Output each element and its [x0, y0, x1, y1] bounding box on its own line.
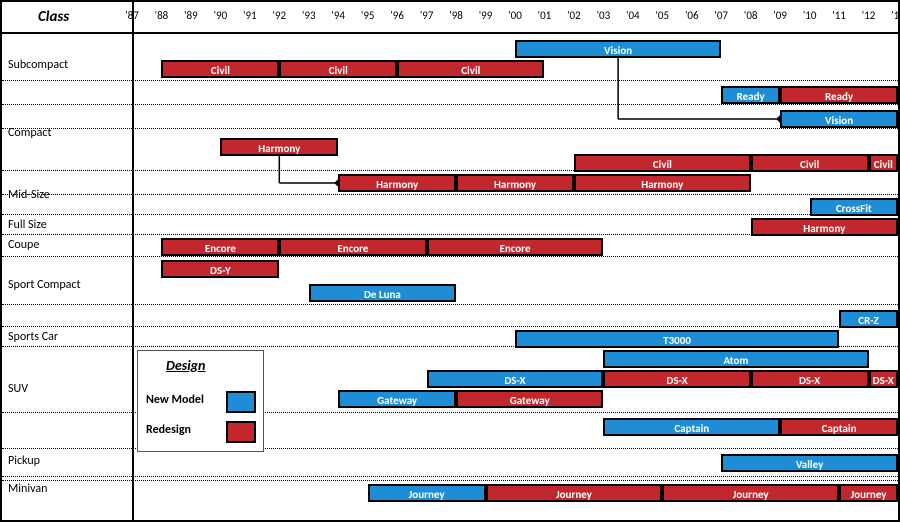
year-header: '93: [297, 9, 321, 22]
legend-new-model-label: New Model: [146, 393, 204, 407]
bar-ready-1: Ready: [721, 86, 780, 104]
year-header: '88: [149, 9, 173, 22]
bar-encore-2: Encore: [279, 238, 426, 256]
year-header: '92: [267, 9, 291, 22]
bar-harmony-m1: Harmony: [338, 174, 456, 192]
year-header: '90: [208, 9, 232, 22]
row-divider: [2, 304, 900, 305]
row-divider: [2, 128, 900, 129]
bar-dsx-3: DS-X: [751, 370, 869, 388]
class-label-sports-car: Sports Car: [2, 330, 58, 344]
bar-civil-e: Civil: [751, 154, 869, 172]
bar-crossfit: CrossFit: [810, 198, 898, 216]
class-label-pickup: Pickup: [2, 454, 40, 468]
class-label-suv: SUV: [2, 382, 28, 396]
year-header: '99: [474, 9, 498, 22]
bar-t3000: T3000: [515, 330, 839, 348]
bar-encore-3: Encore: [427, 238, 604, 256]
bar-gateway-2: Gateway: [456, 390, 603, 408]
class-label-compact: Compact: [2, 126, 51, 140]
year-header: '01: [532, 9, 556, 22]
bar-journey-1: Journey: [368, 484, 486, 502]
legend-redesign-label: Redesign: [146, 423, 191, 437]
year-header: '98: [444, 9, 468, 22]
year-header: '94: [326, 9, 350, 22]
bar-encore-1: Encore: [161, 238, 279, 256]
year-header: '00: [503, 9, 527, 22]
bar-civil-c: Civil: [397, 60, 544, 78]
bar-civil-f: Civil: [869, 154, 898, 172]
year-header: '04: [621, 9, 645, 22]
legend-redesign-swatch: [226, 421, 256, 443]
bar-harmony-cmp: Harmony: [220, 138, 338, 156]
year-header: '02: [562, 9, 586, 22]
bar-vision-1: Vision: [515, 40, 721, 58]
bar-harmony-m3: Harmony: [574, 174, 751, 192]
bar-captain-2: Captain: [780, 418, 898, 436]
bar-gateway-1: Gateway: [338, 390, 456, 408]
bar-harmony-m2: Harmony: [456, 174, 574, 192]
year-header: '96: [385, 9, 409, 22]
year-header: '08: [739, 9, 763, 22]
bar-atom: Atom: [603, 350, 868, 368]
bar-harmony-fs: Harmony: [751, 218, 898, 236]
year-header: '07: [709, 9, 733, 22]
bar-vision-2: Vision: [780, 110, 898, 128]
row-divider: [2, 476, 900, 477]
year-header: '11: [827, 9, 851, 22]
class-label-full-size: Full Size: [2, 218, 47, 232]
year-header: '05: [650, 9, 674, 22]
bar-dsy: DS-Y: [161, 260, 279, 278]
bar-journey-3: Journey: [662, 484, 839, 502]
class-label-subcompact: Subcompact: [2, 58, 68, 72]
row-divider: [2, 326, 900, 327]
bar-dsx-1: DS-X: [427, 370, 604, 388]
bar-civil-b: Civil: [279, 60, 397, 78]
bar-valley: Valley: [721, 454, 898, 472]
year-header: '87: [120, 9, 144, 22]
timeline-chart: Class '87 '88 '89 '90 '91 '92 '93 '94 '95 '96 '97 '…: [0, 0, 900, 522]
bar-journey-4: Journey: [839, 484, 898, 502]
class-label-sport-compact: Sport Compact: [2, 278, 81, 292]
row-divider: [2, 194, 900, 195]
legend-new-model-swatch: [226, 391, 256, 413]
year-header: '91: [238, 9, 262, 22]
bar-civil-a: Civil: [161, 60, 279, 78]
header-divider-h: [2, 32, 898, 34]
bar-dsx-4: DS-X: [869, 370, 898, 388]
class-label-minivan: Minivan: [2, 482, 47, 496]
row-divider: [2, 80, 900, 81]
bar-dsx-2: DS-X: [603, 370, 750, 388]
bar-crz: CR-Z: [839, 310, 898, 328]
bar-civil-d: Civil: [574, 154, 751, 172]
bar-deluna: De Luna: [309, 284, 456, 302]
year-header: '97: [415, 9, 439, 22]
year-header: '95: [356, 9, 380, 22]
bar-ready-2: Ready: [780, 86, 898, 104]
class-label-mid-size: Mid-Size: [2, 188, 50, 202]
class-header: Class: [38, 8, 69, 26]
row-divider: [2, 214, 900, 215]
year-header: '12: [857, 9, 881, 22]
bar-journey-2: Journey: [486, 484, 663, 502]
year-header: '03: [591, 9, 615, 22]
year-header: '06: [680, 9, 704, 22]
row-divider: [2, 480, 900, 481]
class-label-coupe: Coupe: [2, 238, 39, 252]
year-header: '13: [886, 9, 900, 22]
legend-title: Design: [166, 357, 205, 374]
year-header: '10: [798, 9, 822, 22]
row-divider: [2, 256, 900, 257]
legend-box: Design New Model Redesign: [137, 350, 264, 452]
row-divider: [2, 104, 900, 105]
year-header: '89: [179, 9, 203, 22]
year-header: '09: [768, 9, 792, 22]
bar-captain-1: Captain: [603, 418, 780, 436]
